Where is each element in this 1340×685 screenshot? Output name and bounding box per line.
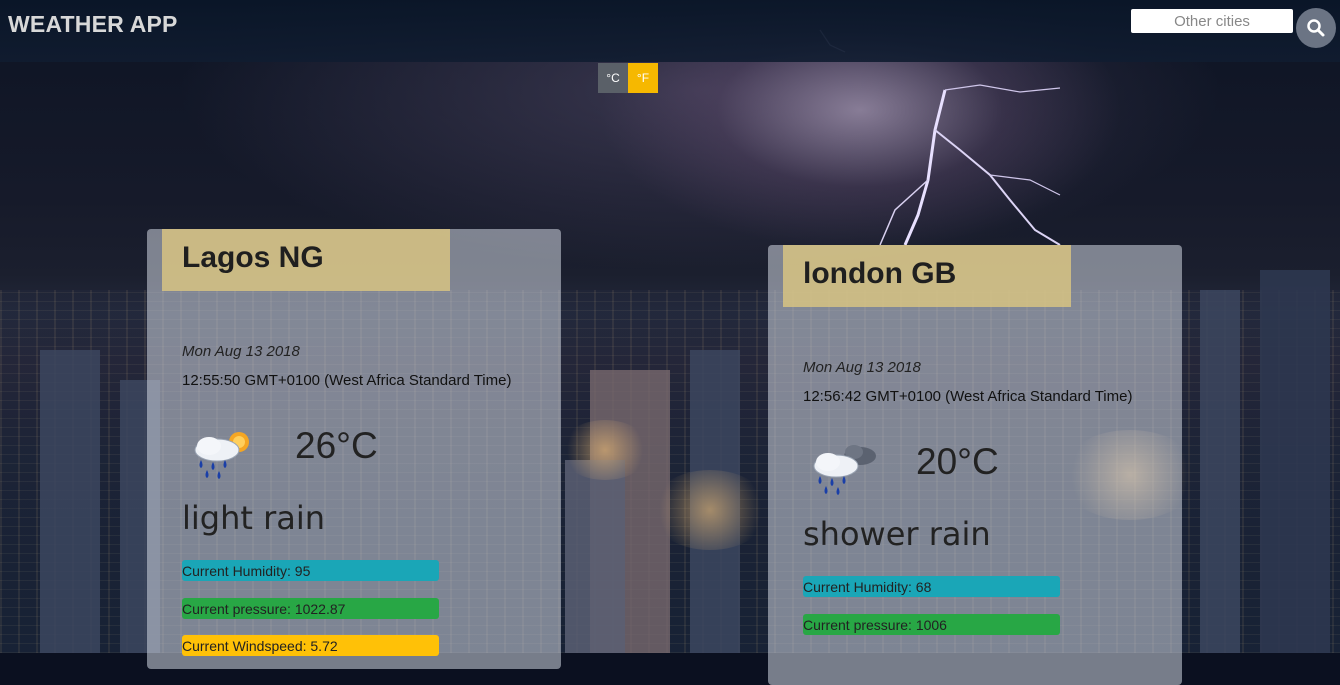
weather-description: shower rain — [803, 515, 991, 553]
city-name: Lagos NG — [182, 241, 324, 274]
time-text: 12:55:50 GMT+0100 (West Africa Standard … — [182, 372, 512, 389]
temperature-value: 26°C — [295, 425, 378, 466]
date-text: Mon Aug 13 2018 — [803, 359, 921, 376]
pressure-badge: Current pressure: 1022.87 — [182, 598, 439, 619]
search-icon — [1307, 19, 1325, 37]
fahrenheit-toggle[interactable]: °F — [628, 63, 658, 93]
humidity-badge: Current Humidity: 95 — [182, 560, 439, 581]
shower-rain-cloud-icon — [813, 445, 876, 495]
pressure-badge: Current pressure: 1006 — [803, 614, 1060, 635]
light-rain-sun-icon — [194, 432, 249, 479]
card-header: Lagos NG — [162, 229, 450, 291]
app-title: WEATHER APP — [8, 11, 178, 37]
search-button[interactable] — [1296, 8, 1336, 48]
city-name: london GB — [803, 257, 957, 290]
card-header: london GB — [783, 245, 1071, 307]
celsius-toggle[interactable]: °C — [598, 63, 628, 93]
weather-card-lagos: Lagos NG Mon Aug 13 2018 12:55:50 GMT+01… — [147, 229, 561, 669]
date-text: Mon Aug 13 2018 — [182, 343, 300, 360]
weather-description: light rain — [182, 499, 326, 537]
time-text: 12:56:42 GMT+0100 (West Africa Standard … — [803, 388, 1133, 405]
top-navbar: WEATHER APP — [0, 0, 1340, 62]
city-search-input[interactable] — [1131, 9, 1293, 33]
humidity-badge: Current Humidity: 68 — [803, 576, 1060, 597]
temperature-value: 20°C — [916, 441, 999, 482]
weather-card-london: london GB Mon Aug 13 2018 12:56:42 GMT+0… — [768, 245, 1182, 685]
